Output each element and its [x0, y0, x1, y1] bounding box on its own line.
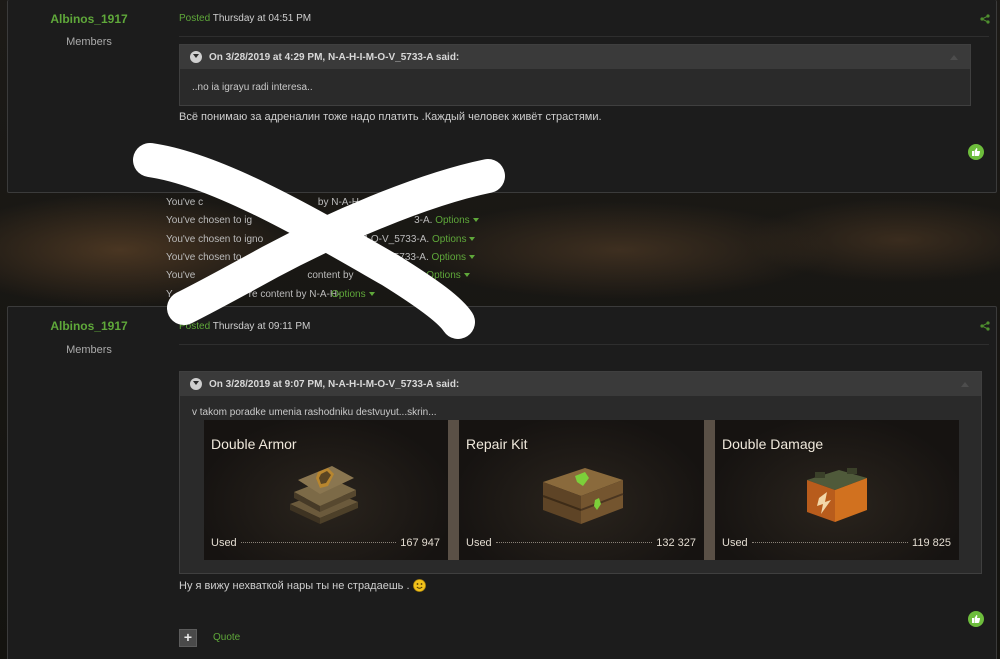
redaction-x-mark [133, 143, 505, 339]
